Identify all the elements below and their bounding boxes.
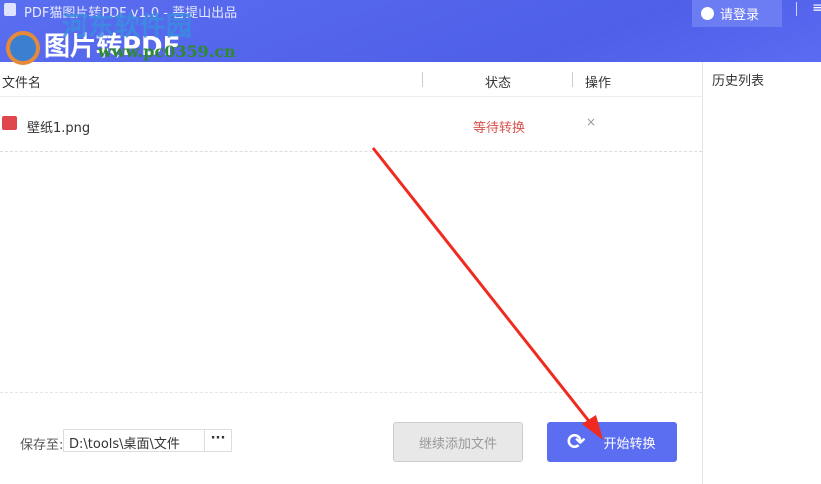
add-files-label: 继续添加文件 bbox=[418, 436, 497, 452]
col-filename: 文件名 bbox=[2, 76, 42, 91]
divider bbox=[796, 2, 797, 16]
app-icon bbox=[4, 3, 16, 16]
remove-icon[interactable]: × bbox=[586, 115, 596, 129]
watermark-url: www.pc0359.cn bbox=[98, 42, 236, 61]
col-status: 状态 bbox=[485, 76, 512, 91]
table-header: 文件名 状态 操作 bbox=[0, 62, 702, 97]
col-action: 操作 bbox=[585, 76, 612, 91]
history-panel: 历史列表 bbox=[702, 62, 821, 484]
divider bbox=[0, 392, 702, 393]
start-convert-button[interactable]: ⟳ 开始转换 bbox=[547, 422, 677, 462]
add-files-button[interactable]: 继续添加文件 bbox=[393, 422, 523, 462]
image-file-icon bbox=[2, 116, 17, 130]
col-divider bbox=[422, 72, 423, 87]
logo-icon bbox=[6, 30, 40, 65]
start-convert-label: 开始转换 bbox=[603, 436, 656, 452]
file-name: 壁纸1.png bbox=[27, 121, 91, 136]
watermark-name: 河东软件园 bbox=[62, 12, 193, 42]
col-divider bbox=[572, 72, 573, 87]
browse-button[interactable]: ··· bbox=[204, 429, 232, 452]
history-title: 历史列表 bbox=[712, 74, 765, 89]
refresh-icon: ⟳ bbox=[567, 429, 586, 455]
title-bar: PDF猫图片转PDF v1.0 - 菩提山出品 图片转PDF 河东软件园 www… bbox=[0, 0, 821, 65]
user-icon bbox=[701, 7, 714, 20]
status-text: 等待转换 bbox=[473, 121, 526, 136]
save-to-label: 保存至: bbox=[20, 438, 64, 453]
table-row[interactable]: 壁纸1.png 等待转换 × bbox=[0, 97, 702, 152]
login-label: 请登录 bbox=[720, 8, 760, 23]
save-path-input[interactable]: D:\tools\桌面\文件 bbox=[63, 429, 205, 452]
menu-icon[interactable]: ≡ bbox=[812, 0, 821, 16]
login-button[interactable]: 请登录 bbox=[692, 0, 782, 27]
